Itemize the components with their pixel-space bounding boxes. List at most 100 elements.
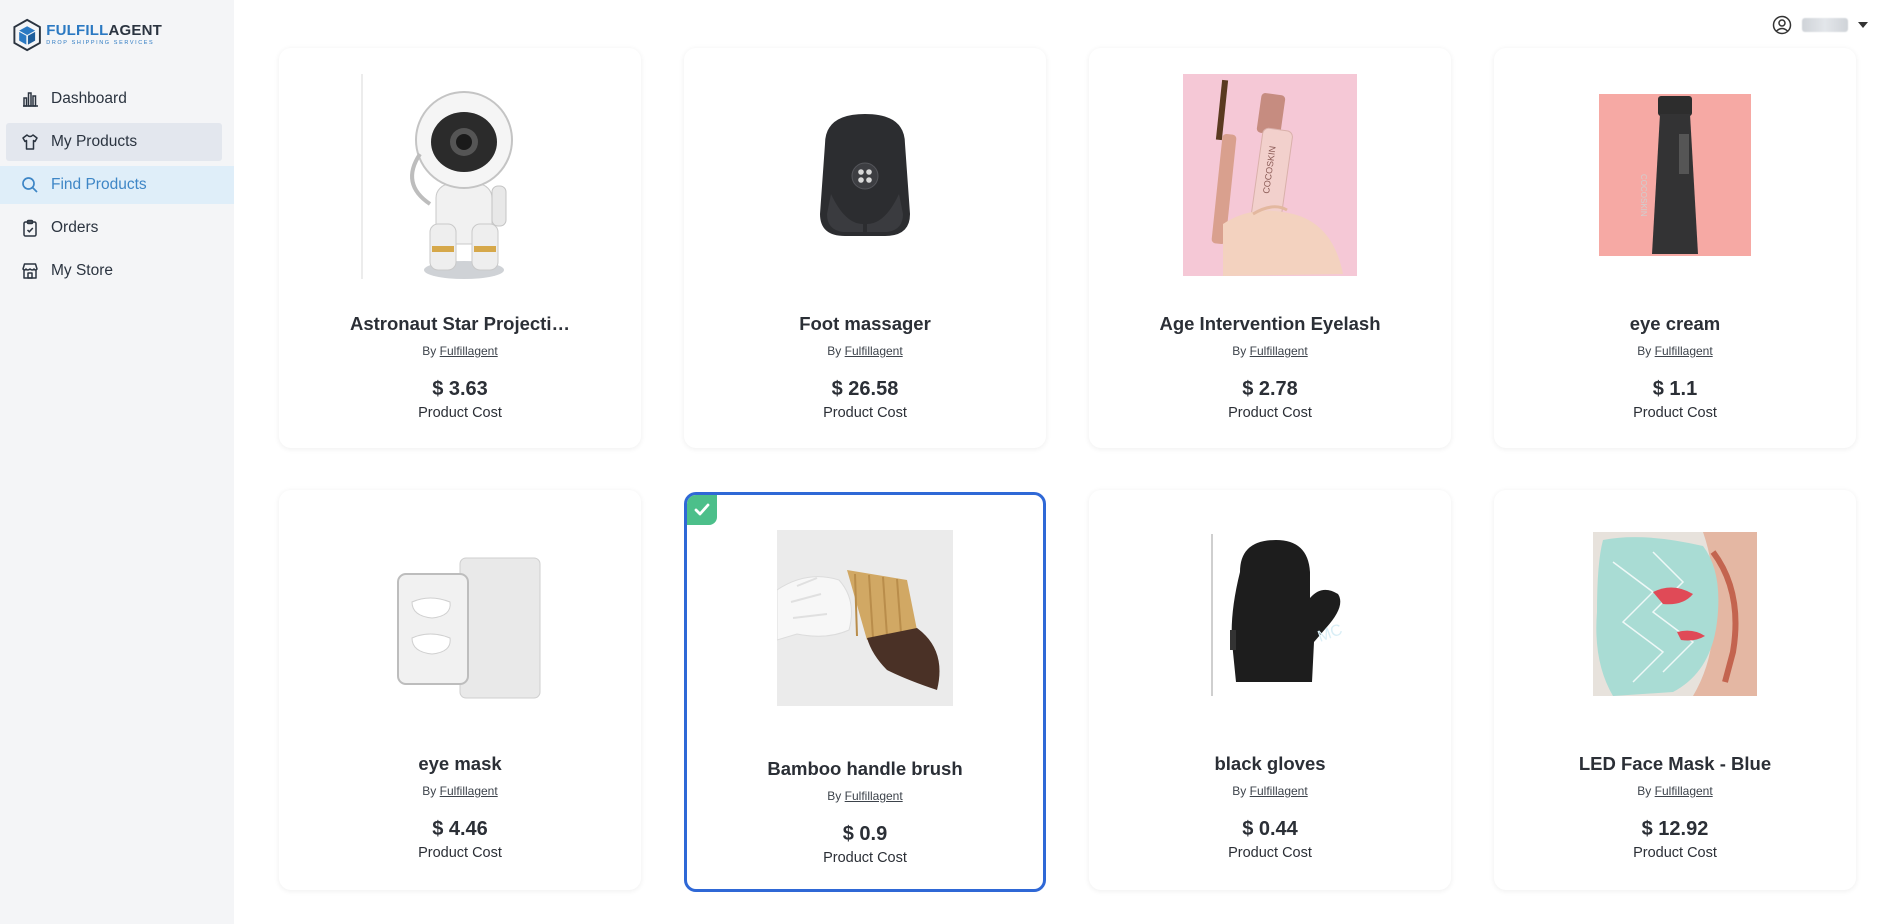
product-vendor: By Fulfillagent xyxy=(1089,344,1451,358)
product-card[interactable]: eye mask By Fulfillagent $ 4.46 Product … xyxy=(279,490,641,890)
vendor-prefix: By xyxy=(1232,784,1247,798)
black-mitt-image: MC xyxy=(1190,532,1350,698)
product-title[interactable]: black gloves xyxy=(1089,753,1451,775)
product-price: $ 3.63 xyxy=(432,378,488,400)
product-card-selected[interactable]: Bamboo handle brush By Fulfillagent $ 0.… xyxy=(684,492,1046,892)
product-price: $ 4.46 xyxy=(432,818,488,840)
vendor-link[interactable]: Fulfillagent xyxy=(440,784,498,798)
sidebar-item-label: My Products xyxy=(51,133,138,150)
brand-subtitle: DROP SHIPPING SERVICES xyxy=(46,40,155,47)
vendor-link[interactable]: Fulfillagent xyxy=(845,789,903,803)
product-price: $ 0.9 xyxy=(842,823,888,845)
svg-text:COCOSKIN: COCOSKIN xyxy=(1639,174,1648,217)
brand-logo[interactable]: FULFILLAGENT DROP SHIPPING SERVICES xyxy=(12,14,162,56)
vendor-prefix: By xyxy=(827,789,842,803)
product-cost-label: Product Cost xyxy=(418,845,502,861)
eye-cream-tube-image: COCOSKIN xyxy=(1599,94,1751,256)
product-price: $ 12.92 xyxy=(1641,818,1709,840)
product-title[interactable]: LED Face Mask - Blue xyxy=(1494,753,1856,775)
clipboard-icon xyxy=(20,218,40,238)
product-card[interactable]: COCOSKIN Age Intervention Eyelash By Ful… xyxy=(1089,48,1451,448)
product-price: $ 1.1 xyxy=(1652,378,1698,400)
product-title[interactable]: Foot massager xyxy=(684,313,1046,335)
vendor-link[interactable]: Fulfillagent xyxy=(1250,344,1308,358)
sidebar-item-label: Find Products xyxy=(51,176,147,193)
vendor-link[interactable]: Fulfillagent xyxy=(440,344,498,358)
user-circle-icon xyxy=(1772,15,1792,35)
vendor-link[interactable]: Fulfillagent xyxy=(845,344,903,358)
eye-mask-pack-image xyxy=(360,518,560,726)
product-card[interactable]: Astronaut Star Projecti… By Fulfillagent… xyxy=(279,48,641,448)
product-card[interactable]: LED Face Mask - Blue By Fulfillagent $ 1… xyxy=(1494,490,1856,890)
product-vendor: By Fulfillagent xyxy=(684,344,1046,358)
product-title[interactable]: Age Intervention Eyelash xyxy=(1089,313,1451,335)
product-title[interactable]: Bamboo handle brush xyxy=(687,758,1043,780)
product-vendor: By Fulfillagent xyxy=(1089,784,1451,798)
product-image xyxy=(687,530,1043,706)
user-menu[interactable] xyxy=(1772,15,1868,35)
product-vendor: By Fulfillagent xyxy=(1494,784,1856,798)
sidebar: FULFILLAGENT DROP SHIPPING SERVICES Dash… xyxy=(0,0,235,924)
shirt-icon xyxy=(20,132,40,152)
vendor-prefix: By xyxy=(1232,344,1247,358)
foot-massager-image xyxy=(765,74,965,282)
user-name-redacted xyxy=(1802,18,1848,32)
vendor-prefix: By xyxy=(1637,344,1652,358)
product-title[interactable]: eye mask xyxy=(279,753,641,775)
vendor-link[interactable]: Fulfillagent xyxy=(1655,344,1713,358)
brand-title: FULFILLAGENT xyxy=(46,23,162,38)
product-cost-label: Product Cost xyxy=(1633,405,1717,421)
store-icon xyxy=(20,261,40,281)
product-image xyxy=(684,74,1046,282)
brand-title-part1: FULFILL xyxy=(46,22,109,40)
vendor-prefix: By xyxy=(422,344,437,358)
astronaut-projector-image xyxy=(360,74,560,282)
search-icon xyxy=(20,175,40,195)
chevron-down-icon[interactable] xyxy=(1858,22,1868,28)
product-image: COCOSKIN xyxy=(1494,94,1856,256)
product-cost-label: Product Cost xyxy=(823,405,907,421)
product-grid: Astronaut Star Projecti… By Fulfillagent… xyxy=(234,48,1894,924)
brand-title-part2: AGENT xyxy=(108,22,162,40)
sidebar-item-dashboard[interactable]: Dashboard xyxy=(6,80,222,118)
bamboo-brush-image xyxy=(777,530,953,706)
vendor-link[interactable]: Fulfillagent xyxy=(1250,784,1308,798)
product-image xyxy=(279,74,641,282)
vendor-link[interactable]: Fulfillagent xyxy=(1655,784,1713,798)
product-card[interactable]: Foot massager By Fulfillagent $ 26.58 Pr… xyxy=(684,48,1046,448)
sidebar-item-orders[interactable]: Orders xyxy=(6,209,222,247)
product-title[interactable]: eye cream xyxy=(1494,313,1856,335)
product-vendor: By Fulfillagent xyxy=(1494,344,1856,358)
product-vendor: By Fulfillagent xyxy=(279,784,641,798)
product-image: COCOSKIN xyxy=(1089,74,1451,276)
sidebar-item-label: Orders xyxy=(51,219,99,236)
logo-cube-icon xyxy=(13,18,41,52)
led-face-mask-image xyxy=(1593,532,1757,696)
product-image: MC xyxy=(1089,532,1451,698)
sidebar-item-label: My Store xyxy=(51,262,114,279)
product-vendor: By Fulfillagent xyxy=(687,789,1043,803)
product-cost-label: Product Cost xyxy=(823,850,907,866)
product-cost-label: Product Cost xyxy=(1633,845,1717,861)
product-price: $ 0.44 xyxy=(1242,818,1298,840)
sidebar-item-find-products[interactable]: Find Products xyxy=(0,166,234,204)
sidebar-item-my-store[interactable]: My Store xyxy=(6,252,222,290)
product-card[interactable]: MC black gloves By Fulfillagent $ 0.44 P… xyxy=(1089,490,1451,890)
sidebar-nav: Dashboard My Products Find Products Orde… xyxy=(0,80,234,295)
product-cost-label: Product Cost xyxy=(1228,845,1312,861)
top-header xyxy=(234,0,1894,54)
checkmark-icon xyxy=(687,495,717,525)
product-image xyxy=(279,518,641,726)
vendor-prefix: By xyxy=(422,784,437,798)
eyelash-serum-image: COCOSKIN xyxy=(1183,74,1357,276)
sidebar-item-label: Dashboard xyxy=(51,90,127,107)
product-price: $ 26.58 xyxy=(831,378,899,400)
product-price: $ 2.78 xyxy=(1242,378,1298,400)
bar-chart-icon xyxy=(20,89,40,109)
vendor-prefix: By xyxy=(1637,784,1652,798)
sidebar-item-my-products[interactable]: My Products xyxy=(6,123,222,161)
product-card[interactable]: COCOSKIN eye cream By Fulfillagent $ 1.1… xyxy=(1494,48,1856,448)
product-title[interactable]: Astronaut Star Projecti… xyxy=(279,313,641,335)
product-image xyxy=(1494,532,1856,696)
vendor-prefix: By xyxy=(827,344,842,358)
